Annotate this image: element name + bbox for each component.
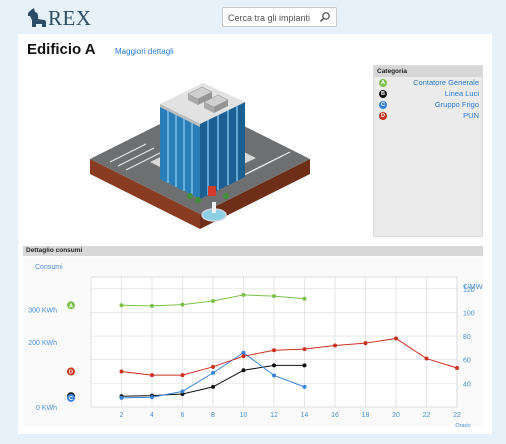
data-point-d: [150, 373, 154, 378]
badge-c-icon: C: [379, 101, 387, 109]
x-tick-label: 4: [150, 412, 154, 419]
data-point-d: [333, 343, 337, 348]
y2-tick-label: 40: [463, 381, 471, 388]
data-point-c: [241, 350, 246, 355]
more-details-link[interactable]: Maggiori dettagli: [115, 47, 174, 56]
y-tick-label: 0 KWh: [36, 405, 57, 412]
building-panel: Edificio A Maggiori dettagli Categoria A…: [18, 34, 492, 434]
y-tick-label: 300 KWh: [28, 308, 57, 315]
data-point-b: [272, 363, 276, 368]
category-label[interactable]: Contatore Generale: [413, 78, 479, 88]
data-point-c: [150, 395, 154, 400]
data-point-d: [211, 364, 215, 369]
data-point-a: [150, 303, 154, 308]
data-point-a: [241, 292, 246, 297]
data-point-a: [211, 299, 215, 304]
data-point-b: [302, 363, 307, 368]
x-tick-label: 18: [362, 412, 370, 419]
series-badge-letter: A: [69, 303, 73, 309]
data-point-d: [272, 348, 276, 353]
dog-logo-icon: [28, 8, 46, 27]
x-axis-title: Orario: [455, 423, 470, 427]
badge-b-icon: B: [379, 90, 387, 98]
data-point-c: [272, 373, 276, 378]
data-point-c: [119, 395, 124, 400]
data-point-a: [180, 302, 185, 307]
category-legend: Categoria A Contatore Generale B Linea L…: [373, 65, 483, 237]
x-tick-label: 22: [423, 412, 431, 419]
category-item-contatore-generale[interactable]: A Contatore Generale: [374, 78, 482, 88]
consumption-chart: 2 4 6 8 10 12 14 16 18 20 22 22 40 60 80 100 120 0 KWh 200…: [23, 257, 483, 427]
data-point-c: [180, 389, 185, 394]
x-tick-label: 16: [331, 412, 339, 419]
y-tick-label: 200 KWh: [28, 340, 57, 347]
category-legend-header: Categoria: [374, 66, 482, 77]
x-tick-label: 2: [120, 412, 124, 419]
x-tick-label: 14: [301, 412, 309, 419]
data-point-a: [119, 303, 124, 308]
data-point-d: [302, 347, 307, 352]
data-point-a: [302, 296, 307, 301]
data-point-d: [394, 336, 398, 341]
search-input[interactable]: [223, 9, 317, 27]
x-tick-label: 22: [453, 412, 461, 419]
badge-d-icon: D: [379, 112, 387, 120]
data-point-d: [363, 341, 368, 346]
consumption-details-header: Dettaglio consumi: [23, 246, 483, 256]
category-item-linea-luci[interactable]: B Linea Luci: [374, 89, 482, 99]
x-tick-label: 20: [392, 412, 400, 419]
category-label[interactable]: Gruppo Frigo: [435, 100, 479, 110]
category-label[interactable]: PUN: [463, 111, 479, 121]
consumption-chart-svg: 2 4 6 8 10 12 14 16 18 20 22 224060801001200 KWh200…: [28, 264, 483, 427]
category-item-gruppo-frigo[interactable]: C Gruppo Frigo: [374, 100, 482, 110]
y2-tick-label: 100: [463, 310, 475, 317]
data-point-b: [211, 384, 215, 389]
data-point-b: [241, 368, 246, 373]
y2-axis-title: €/MWh: [463, 282, 483, 291]
app-logo[interactable]: REX: [28, 6, 92, 30]
badge-a-icon: A: [379, 79, 387, 87]
data-point-d: [119, 369, 124, 374]
page-title: Edificio A: [27, 41, 96, 58]
y2-tick-label: 80: [463, 334, 471, 341]
top-bar: REX: [0, 0, 506, 34]
data-point-d: [180, 373, 185, 378]
x-tick-label: 12: [270, 412, 278, 419]
data-point-d: [241, 354, 246, 359]
x-tick-label: 10: [240, 412, 248, 419]
y2-tick-label: 60: [463, 358, 471, 365]
search-icon[interactable]: [319, 11, 331, 23]
data-point-d: [424, 356, 429, 361]
series-badge-letter: C: [69, 396, 73, 402]
category-label[interactable]: Linea Luci: [445, 89, 479, 99]
series-badge-letter: D: [69, 370, 73, 376]
category-item-pun[interactable]: D PUN: [374, 111, 482, 121]
data-point-c: [302, 384, 307, 389]
x-tick-label: 8: [211, 412, 215, 419]
x-tick-label: 6: [181, 412, 185, 419]
data-point-a: [272, 294, 276, 299]
app-logo-text: REX: [48, 6, 92, 30]
data-point-d: [455, 366, 459, 370]
data-point-c: [211, 370, 215, 375]
search-box: [222, 7, 337, 27]
building-illustration: [90, 83, 310, 229]
y-axis-title: Consumi: [35, 264, 63, 271]
